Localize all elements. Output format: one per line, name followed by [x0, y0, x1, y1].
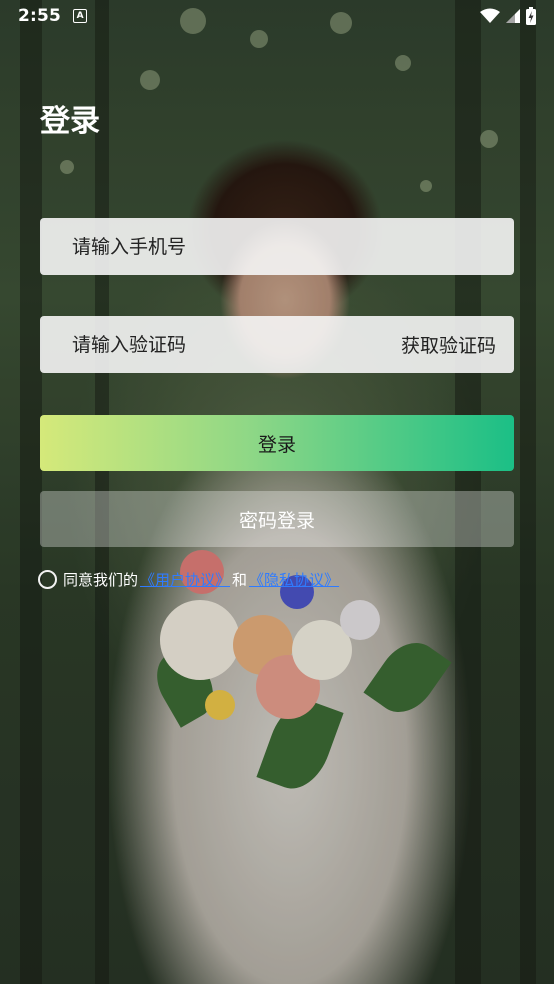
battery-charging-icon [526, 7, 536, 25]
verification-code-field[interactable]: 获取验证码 [40, 316, 514, 373]
verification-code-input[interactable] [70, 332, 401, 357]
notification-a-icon: A [73, 9, 88, 23]
agreement-prefix: 同意我们的 [63, 570, 139, 589]
user-agreement-link[interactable]: 《用户协议》 [140, 569, 230, 590]
status-time: 2:55 [18, 6, 62, 26]
cellular-signal-icon [506, 9, 520, 23]
login-button[interactable]: 登录 [40, 415, 514, 471]
status-icons [480, 7, 536, 25]
password-login-button[interactable]: 密码登录 [40, 491, 514, 547]
agreement-radio[interactable] [38, 569, 57, 589]
phone-field[interactable] [40, 218, 514, 275]
status-bar: 2:55 A [0, 0, 554, 32]
agreement-conjunction: 和 [232, 570, 248, 589]
get-code-button[interactable]: 获取验证码 [401, 331, 496, 358]
page-title: 登录 [40, 104, 100, 139]
wifi-icon [480, 8, 500, 23]
phone-input[interactable] [70, 234, 496, 259]
privacy-policy-link[interactable]: 《隐私协议》 [249, 569, 339, 590]
agreement-row: 同意我们的 《用户协议》 和 《隐私协议》 [38, 567, 341, 591]
